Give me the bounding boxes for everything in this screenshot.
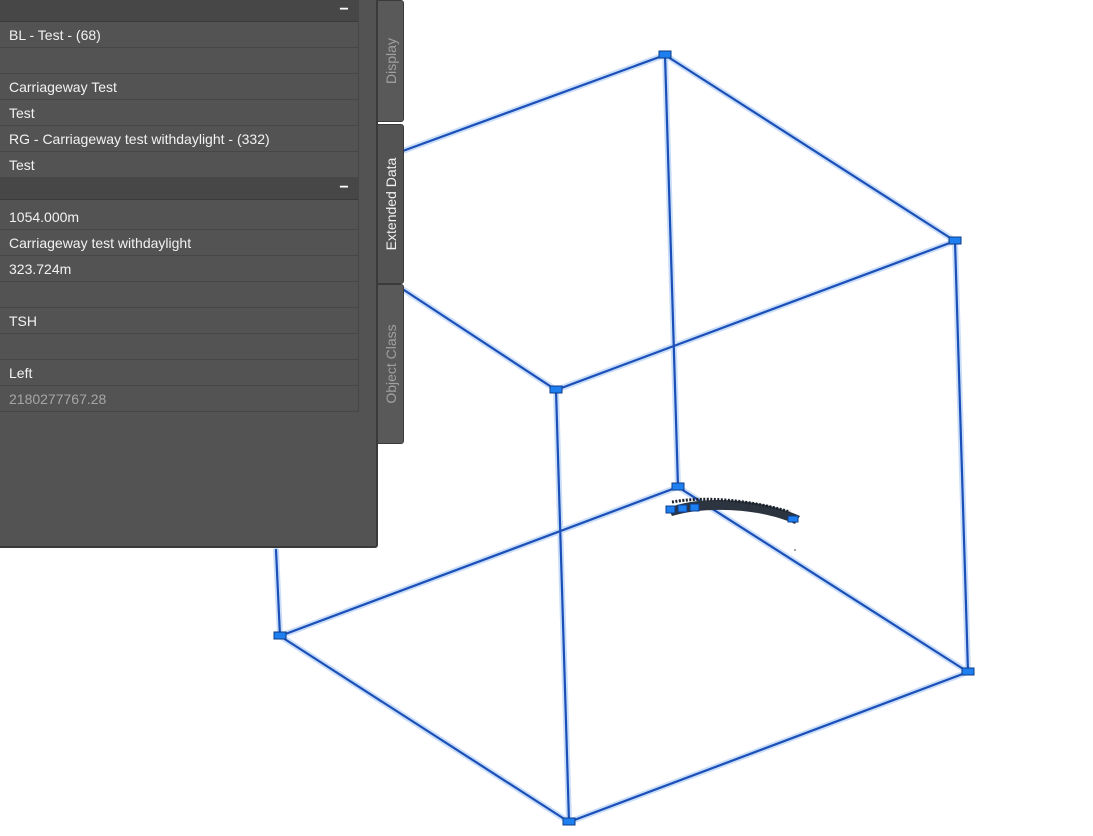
tab-display[interactable]: Display xyxy=(378,0,404,122)
property-value: TSH xyxy=(9,313,37,329)
property-row[interactable]: TSH xyxy=(0,308,358,334)
property-value: Carriageway test withdaylight xyxy=(9,235,192,251)
tab-object-class[interactable]: Object Class xyxy=(378,284,404,444)
wireframe-edge xyxy=(554,239,957,392)
property-value-readonly: 2180277767.28 xyxy=(9,391,107,407)
collapse-icon[interactable]: − xyxy=(338,180,350,196)
tab-display-label: Display xyxy=(382,38,399,84)
wireframe-edge xyxy=(402,288,558,392)
wireframe-edge xyxy=(953,239,970,674)
property-row[interactable]: Carriageway test withdaylight xyxy=(0,230,358,256)
property-row[interactable]: Carriageway Test xyxy=(0,74,358,100)
property-value: 1054.000m xyxy=(9,209,80,225)
wireframe-edge xyxy=(554,388,571,824)
property-value: Test xyxy=(9,105,35,121)
property-value: Carriageway Test xyxy=(9,79,117,95)
tab-object-class-label: Object Class xyxy=(382,324,399,404)
section-header-1[interactable]: − xyxy=(0,0,358,22)
property-row[interactable]: RG - Carriageway test withdaylight - (33… xyxy=(0,126,358,152)
wireframe-edge xyxy=(663,53,680,489)
property-value: BL - Test - (68) xyxy=(9,27,101,43)
grip-icon[interactable] xyxy=(671,482,685,491)
property-row[interactable] xyxy=(0,282,358,308)
property-row[interactable]: Test xyxy=(0,152,358,178)
grip-icon[interactable] xyxy=(658,50,672,59)
grip-icon[interactable] xyxy=(948,236,962,245)
wireframe-edge xyxy=(567,670,970,824)
palette-column-edge xyxy=(358,0,359,412)
wireframe-edge xyxy=(676,485,970,674)
grip-icon[interactable] xyxy=(549,385,563,394)
property-row[interactable]: 1054.000m xyxy=(0,204,358,230)
wireframe-edge xyxy=(663,53,957,243)
wireframe-edge xyxy=(398,53,667,154)
property-row[interactable] xyxy=(0,48,358,74)
property-row[interactable]: BL - Test - (68) xyxy=(0,22,358,48)
property-value: 323.724m xyxy=(9,261,72,277)
grip-icon[interactable] xyxy=(961,667,975,676)
property-value: Left xyxy=(9,365,33,381)
property-row[interactable]: Left xyxy=(0,360,358,386)
property-row[interactable]: 323.724m xyxy=(0,256,358,282)
grip-icon[interactable] xyxy=(273,631,287,640)
grip-icon[interactable] xyxy=(562,817,576,826)
property-value: Test xyxy=(9,157,35,173)
property-row[interactable]: Test xyxy=(0,100,358,126)
section-header-2[interactable]: − xyxy=(0,178,358,200)
properties-palette: − BL - Test - (68) Carriageway Test Test… xyxy=(0,0,378,548)
property-row: 2180277767.28 xyxy=(0,386,358,412)
collapse-icon[interactable]: − xyxy=(338,2,350,18)
tab-extended-data[interactable]: Extended Data xyxy=(378,124,404,284)
wireframe-edge xyxy=(278,634,571,824)
property-value: RG - Carriageway test withdaylight - (33… xyxy=(9,131,270,147)
tab-extended-data-label: Extended Data xyxy=(382,157,399,251)
property-row[interactable] xyxy=(0,334,358,360)
